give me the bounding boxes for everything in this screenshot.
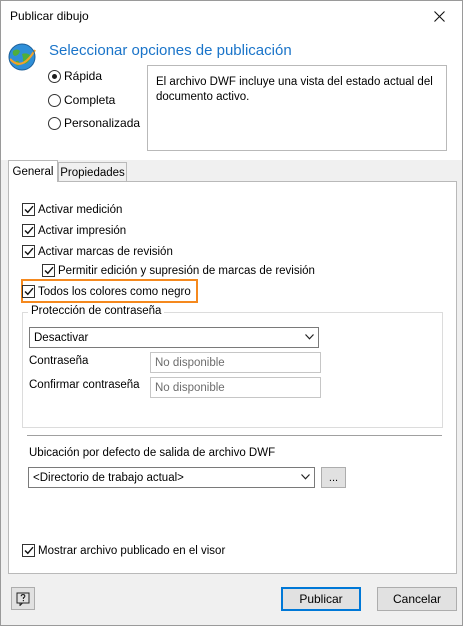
tab-general[interactable]: General <box>8 160 58 182</box>
checkbox-box <box>22 245 35 258</box>
password-field-value: No disponible <box>155 356 225 369</box>
tab-label: General <box>12 165 54 178</box>
checkmark-icon <box>24 287 34 296</box>
publish-options-header: Seleccionar opciones de publicación Rápi… <box>1 32 462 160</box>
checkbox-activar-medicion[interactable]: Activar medición <box>22 203 122 216</box>
checkbox-label: Mostrar archivo publicado en el visor <box>38 544 226 557</box>
checkbox-box <box>22 203 35 216</box>
radio-rapida[interactable]: Rápida <box>48 69 102 83</box>
publish-button[interactable]: Publicar <box>281 587 361 611</box>
title-bar: Publicar dibujo <box>1 1 462 32</box>
checkbox-permitir-edicion[interactable]: Permitir edición y supresión de marcas d… <box>42 264 315 277</box>
help-button[interactable] <box>11 587 35 610</box>
password-group: Protección de contraseña Desactivar Cont… <box>22 305 443 428</box>
tab-propiedades[interactable]: Propiedades <box>58 162 127 182</box>
checkbox-label: Activar impresión <box>38 224 127 237</box>
radio-indicator <box>48 69 61 83</box>
tab-label: Propiedades <box>60 166 125 179</box>
chevron-down-icon <box>305 334 314 340</box>
password-group-legend: Protección de contraseña <box>28 305 165 317</box>
close-button[interactable] <box>416 1 462 32</box>
checkmark-icon <box>44 266 54 275</box>
close-icon <box>433 11 445 22</box>
output-location-label: Ubicación por defecto de salida de archi… <box>29 447 276 459</box>
radio-label: Rápida <box>64 69 103 83</box>
radio-indicator <box>48 93 61 107</box>
radio-label: Personalizada <box>64 116 141 130</box>
chevron-down-icon <box>301 474 310 480</box>
browse-button[interactable]: ... <box>321 467 346 488</box>
radio-label: Completa <box>64 93 116 107</box>
checkbox-label: Todos los colores como negro <box>38 285 191 298</box>
checkbox-label: Activar medición <box>38 203 123 216</box>
radio-indicator <box>48 116 61 130</box>
radio-personalizada[interactable]: Personalizada <box>48 116 140 130</box>
confirm-password-label: Confirmar contraseña <box>29 379 140 391</box>
checkbox-label: Permitir edición y supresión de marcas d… <box>58 264 315 277</box>
confirm-password-field: No disponible <box>150 377 321 398</box>
checkbox-box <box>22 224 35 237</box>
checkbox-box <box>22 544 35 557</box>
checkbox-box <box>22 285 35 298</box>
header-title: Seleccionar opciones de publicación <box>49 42 292 59</box>
radio-completa[interactable]: Completa <box>48 93 115 107</box>
checkbox-activar-marcas[interactable]: Activar marcas de revisión <box>22 245 173 258</box>
password-mode-select[interactable]: Desactivar <box>29 327 319 348</box>
general-tab-panel: Activar medición Activar impresión Activ… <box>8 181 457 574</box>
globe-icon <box>8 43 36 71</box>
password-field: No disponible <box>150 352 321 373</box>
checkbox-todos-colores-negro[interactable]: Todos los colores como negro <box>22 285 191 298</box>
checkmark-icon <box>24 247 34 256</box>
checkbox-box <box>42 264 55 277</box>
checkmark-icon <box>24 205 34 214</box>
password-label: Contraseña <box>29 355 89 367</box>
checkbox-activar-impresion[interactable]: Activar impresión <box>22 224 126 237</box>
confirm-password-value: No disponible <box>155 381 225 394</box>
cancel-button[interactable]: Cancelar <box>377 587 457 611</box>
checkbox-mostrar-visor[interactable]: Mostrar archivo publicado en el visor <box>22 544 225 557</box>
checkmark-icon <box>24 546 34 555</box>
help-icon <box>16 592 30 606</box>
select-value: Desactivar <box>34 331 89 344</box>
window-title: Publicar dibujo <box>10 9 89 23</box>
checkmark-icon <box>24 226 34 235</box>
checkbox-label: Activar marcas de revisión <box>38 245 173 258</box>
select-value: <Directorio de trabajo actual> <box>33 471 184 484</box>
separator <box>27 435 442 436</box>
publish-drawing-dialog: Publicar dibujo Seleccionar opciones de … <box>0 0 463 626</box>
description-box: El archivo DWF incluye una vista del est… <box>147 65 447 151</box>
output-location-select[interactable]: <Directorio de trabajo actual> <box>28 467 315 488</box>
